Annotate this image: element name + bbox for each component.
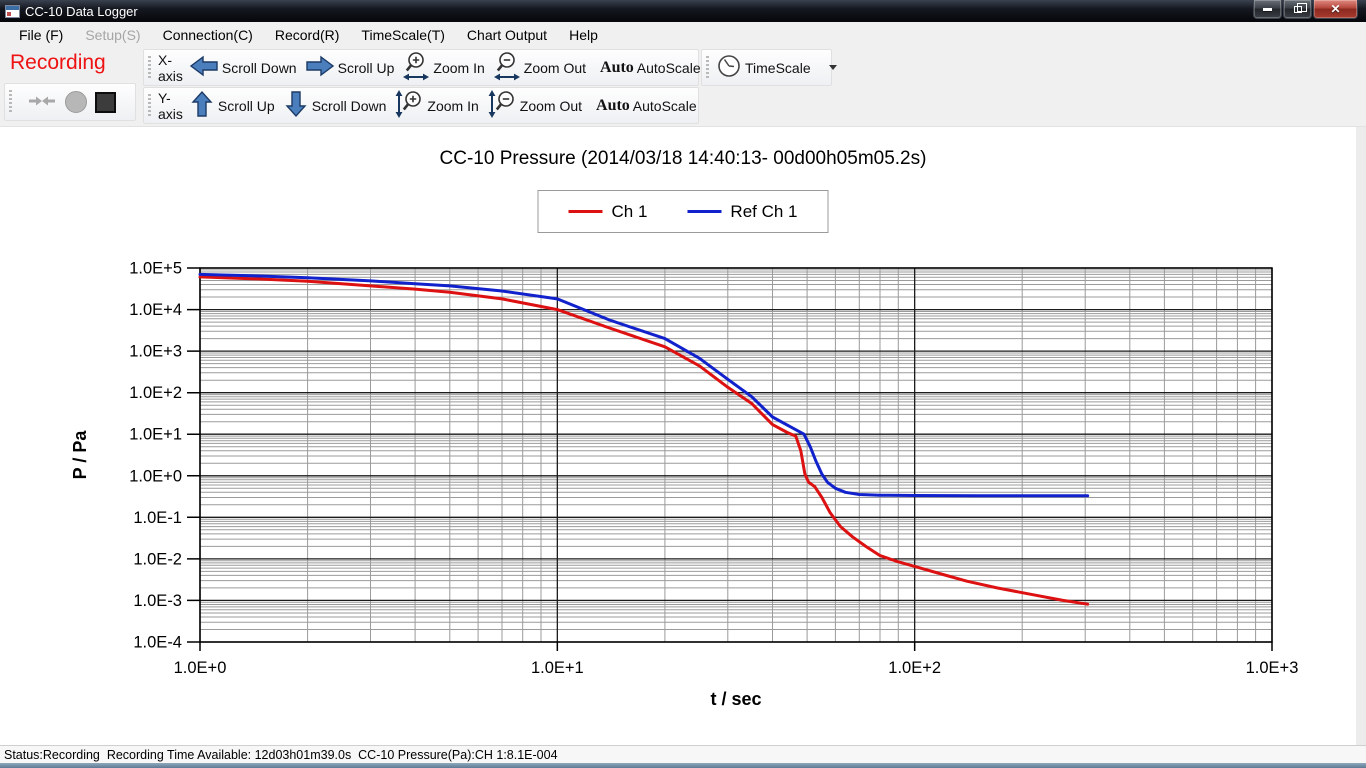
y-tick-label: 1.0E+0 [129, 467, 182, 485]
x-tick-label: 1.0E+0 [174, 659, 227, 677]
auto-icon[interactable]: Auto [596, 97, 630, 115]
restore-button[interactable] [1283, 0, 1312, 19]
toolbar-zone: Recording X-axis Scroll Down Scroll U [0, 47, 1366, 127]
app-window: CC-10 Data Logger ✕ File (F) Setup(S) Co… [0, 0, 1366, 768]
menubar: File (F) Setup(S) Connection(C) Record(R… [0, 22, 1366, 47]
x-tick-label: 1.0E+2 [888, 659, 941, 677]
pressure-log-log-plot[interactable]: 1.0E+5 1.0E+4 1.0E+3 1.0E+2 1.0E+1 1.0E+0 1.0E… [0, 127, 1366, 745]
close-icon: ✕ [1330, 3, 1340, 15]
arrow-up-icon[interactable] [189, 90, 215, 121]
series-ref-ch-1 [200, 274, 1088, 495]
toolstrip-grip[interactable] [706, 56, 709, 80]
x-scroll-down-button[interactable]: Scroll Down [222, 60, 297, 76]
minimize-icon [1263, 8, 1272, 11]
record-toolstrip [4, 83, 136, 121]
axis-ticks [187, 268, 1272, 651]
x-tick-label: 1.0E+1 [531, 659, 584, 677]
y-tick-label: 1.0E+1 [129, 426, 182, 444]
menu-connection[interactable]: Connection(C) [152, 24, 264, 46]
status-text: Status:Recording Recording Time Availabl… [4, 748, 558, 762]
stop-button[interactable] [95, 92, 116, 113]
y-tick-label: 1.0E+3 [129, 343, 182, 361]
app-icon [5, 5, 20, 18]
y-zoom-in-icon[interactable] [394, 89, 424, 122]
y-zoom-in-button[interactable]: Zoom In [427, 98, 478, 114]
y-tick-label: 1.0E+5 [129, 260, 182, 278]
recording-status-label: Recording [10, 51, 106, 75]
y-tick-label: 1.0E-3 [133, 592, 182, 610]
record-button [65, 91, 87, 113]
y-zoom-out-button[interactable]: Zoom Out [520, 98, 582, 114]
chart-panel: CC-10 Pressure (2014/03/18 14:40:13- 00d… [0, 127, 1366, 745]
x-axis-label: X-axis [158, 52, 183, 84]
restore-icon [1294, 6, 1302, 13]
x-axis-toolstrip: X-axis Scroll Down Scroll Up Zoom In [143, 49, 699, 86]
y-tick-label: 1.0E-4 [133, 634, 182, 652]
x-tick-label: 1.0E+3 [1246, 659, 1299, 677]
timescale-button[interactable]: TimeScale [745, 60, 811, 76]
menu-setup: Setup(S) [74, 24, 151, 46]
taskbar-edge [0, 763, 1366, 768]
close-button[interactable]: ✕ [1313, 0, 1358, 19]
y-tick-label: 1.0E+4 [129, 301, 182, 319]
y-tick-label: 1.0E-1 [133, 509, 182, 527]
plot-border [200, 268, 1272, 642]
statusbar: Status:Recording Recording Time Availabl… [0, 745, 1366, 763]
menu-chart-output[interactable]: Chart Output [456, 24, 558, 46]
x-zoom-in-icon[interactable] [402, 50, 430, 85]
menu-timescale[interactable]: TimeScale(T) [350, 24, 456, 46]
menu-file[interactable]: File (F) [8, 24, 74, 46]
menu-record[interactable]: Record(R) [264, 24, 351, 46]
x-zoom-out-button[interactable]: Zoom Out [524, 60, 586, 76]
caret-down-icon[interactable] [829, 65, 837, 70]
y-scroll-down-button[interactable]: Scroll Down [312, 98, 387, 114]
x-scroll-up-button[interactable]: Scroll Up [338, 60, 395, 76]
arrow-left-icon[interactable] [189, 54, 219, 81]
arrow-right-icon[interactable] [305, 54, 335, 81]
toolstrip-grip[interactable] [148, 94, 151, 118]
x-autoscale-button[interactable]: AutoScale [637, 60, 701, 76]
connect-icon[interactable] [27, 91, 57, 114]
window-controls: ✕ [1252, 0, 1358, 19]
clock-icon[interactable] [716, 53, 742, 82]
y-scroll-up-button[interactable]: Scroll Up [218, 98, 275, 114]
y-autoscale-button[interactable]: AutoScale [633, 98, 697, 114]
y-tick-label: 1.0E+2 [129, 384, 182, 402]
minor-gridlines [200, 268, 1272, 642]
x-axis-title: t / sec [710, 689, 761, 709]
minimize-button[interactable] [1253, 0, 1282, 19]
x-zoom-out-icon[interactable] [493, 50, 521, 85]
toolstrip-grip[interactable] [9, 90, 12, 114]
y-axis-toolstrip: Y-axis Scroll Up Scroll Down Zoom In [143, 87, 699, 124]
auto-icon[interactable]: Auto [600, 59, 634, 77]
arrow-down-icon[interactable] [283, 90, 309, 121]
titlebar: CC-10 Data Logger ✕ [0, 0, 1366, 22]
timescale-toolstrip: TimeScale [701, 49, 832, 86]
major-gridlines [200, 268, 1272, 642]
y-tick-label: 1.0E-2 [133, 550, 182, 568]
window-title: CC-10 Data Logger [25, 4, 138, 19]
y-zoom-out-icon[interactable] [487, 89, 517, 122]
y-axis-label: Y-axis [158, 90, 183, 122]
y-axis-title: P / Pa [70, 430, 90, 480]
menu-help[interactable]: Help [558, 24, 609, 46]
toolstrip-grip[interactable] [148, 56, 151, 80]
x-zoom-in-button[interactable]: Zoom In [433, 60, 484, 76]
